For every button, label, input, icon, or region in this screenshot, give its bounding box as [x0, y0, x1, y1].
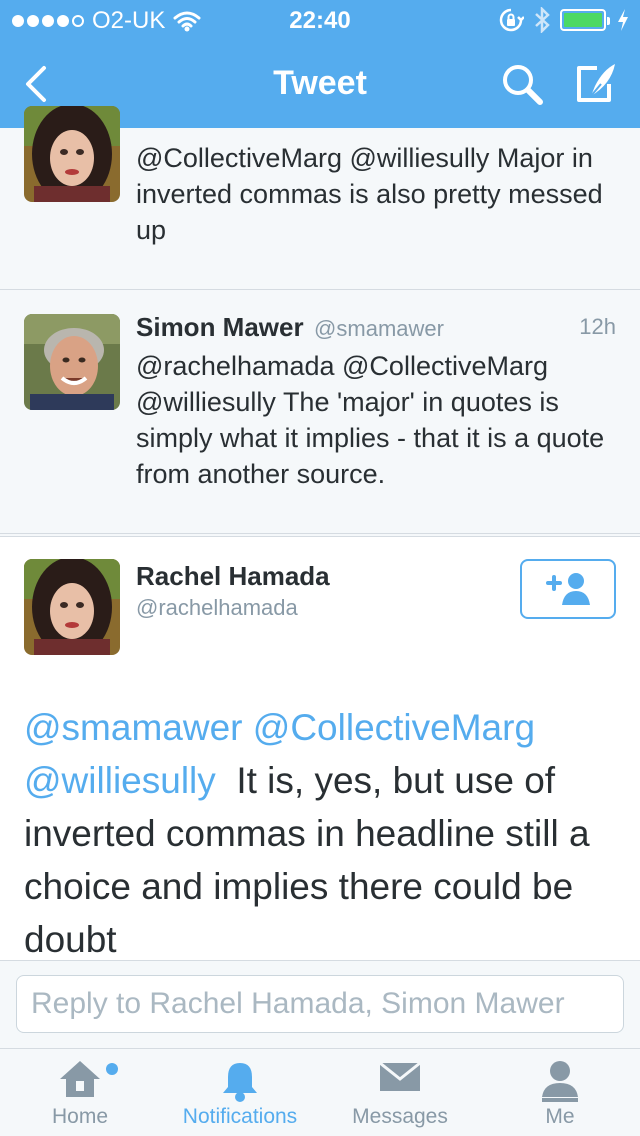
bluetooth-icon	[535, 7, 550, 33]
avatar[interactable]	[24, 559, 120, 655]
tab-label: Home	[51, 1105, 109, 1128]
search-button[interactable]	[496, 60, 548, 108]
follow-button[interactable]	[520, 559, 616, 619]
tab-label: Messages	[352, 1105, 448, 1128]
tab-label: Notifications	[182, 1105, 298, 1128]
tweet-text: @smamawer @CollectiveMarg @williesully I…	[24, 701, 624, 966]
focused-tweet: Rachel Hamada @rachelhamada @smamawer @C…	[0, 536, 640, 960]
mention-link[interactable]: @CollectiveMarg	[253, 707, 535, 748]
reply-bar	[0, 960, 640, 1048]
reply-input[interactable]	[16, 975, 624, 1033]
tab-notifications[interactable]: Notifications	[160, 1049, 320, 1136]
charging-icon	[618, 9, 628, 31]
tab-label: Me	[545, 1105, 575, 1128]
rotation-lock-icon	[499, 8, 524, 32]
tweet-text: @CollectiveMarg @williesully Major in in…	[136, 143, 603, 245]
status-right	[498, 7, 630, 33]
tab-me[interactable]: Me	[480, 1049, 640, 1136]
mention-link[interactable]: @smamawer	[24, 707, 242, 748]
tweet-author-name[interactable]: Simon Mawer	[136, 312, 304, 342]
tweet-author-name[interactable]: Rachel Hamada	[136, 561, 330, 592]
add-user-icon	[546, 573, 590, 605]
tweet-item[interactable]: Simon Mawer @smamawer 12h @rachelhamada …	[0, 290, 640, 534]
avatar[interactable]	[24, 106, 120, 202]
bell-icon	[223, 1063, 257, 1102]
tweet-author-handle[interactable]: @smamawer	[314, 316, 444, 341]
battery-icon	[560, 9, 610, 31]
envelope-icon	[379, 1061, 421, 1091]
tweet-thread: @CollectiveMarg @williesully Major in in…	[0, 106, 640, 536]
tweet-item[interactable]: @CollectiveMarg @williesully Major in in…	[0, 106, 640, 290]
tab-home[interactable]: Home	[0, 1049, 160, 1136]
avatar[interactable]	[24, 314, 120, 410]
tab-messages[interactable]: Messages	[320, 1049, 480, 1136]
search-icon	[503, 65, 543, 105]
tab-bar: Home Notifications Messages Me	[0, 1048, 640, 1136]
mention-link[interactable]: @williesully	[24, 760, 216, 801]
tweet-timestamp: 12h	[579, 314, 616, 339]
tweet-text: @rachelhamada @CollectiveMarg @williesul…	[136, 351, 605, 489]
tweet-author-handle[interactable]: @rachelhamada	[136, 595, 298, 621]
compose-button[interactable]	[570, 60, 622, 108]
new-content-dot	[106, 1063, 118, 1075]
home-icon	[60, 1061, 100, 1097]
compose-icon	[577, 64, 615, 102]
person-icon	[542, 1061, 578, 1102]
status-bar: O2-UK 22:40	[0, 0, 640, 40]
